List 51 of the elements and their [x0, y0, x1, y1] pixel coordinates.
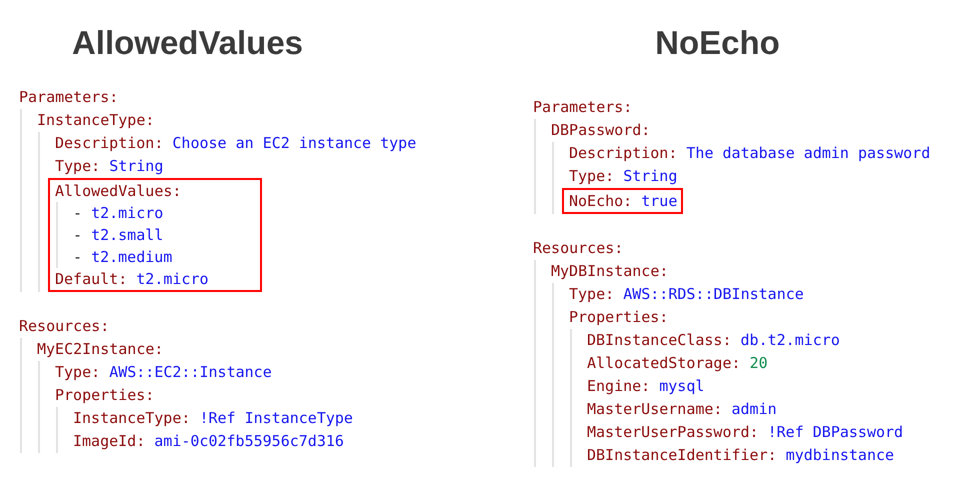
yaml-value: AWS::EC2::Instance: [109, 363, 272, 381]
list-dash: -: [73, 248, 82, 266]
yaml-key: Default:: [55, 270, 128, 288]
yaml-value: t2.micro: [91, 204, 164, 222]
yaml-key: Properties:: [55, 386, 154, 404]
yaml-key: Type:: [55, 157, 100, 175]
yaml-key: DBPassword:: [551, 121, 650, 139]
yaml-value: String: [623, 167, 678, 185]
yaml-key: Type:: [569, 285, 614, 303]
yaml-key: InstanceType:: [37, 111, 154, 129]
yaml-value: AWS::RDS::DBInstance: [623, 285, 804, 303]
yaml-key: Engine:: [587, 377, 650, 395]
yaml-value: ami-0c02fb55956c7d316: [154, 432, 344, 450]
yaml-key: Type:: [569, 167, 614, 185]
yaml-key: Description:: [569, 144, 678, 162]
yaml-value: String: [109, 157, 164, 175]
yaml-value: mydbinstance: [786, 446, 894, 464]
yaml-value: !Ref InstanceType: [199, 409, 353, 427]
yaml-key: Resources:: [19, 317, 110, 335]
yaml-key: AllowedValues:: [55, 182, 182, 200]
yaml-key: MasterUsername:: [587, 400, 722, 418]
yaml-value: t2.medium: [91, 248, 172, 266]
yaml-key: DBInstanceClass:: [587, 331, 732, 349]
panel-title: NoEcho: [654, 23, 781, 63]
list-dash: -: [73, 204, 82, 222]
yaml-key: NoEcho:: [569, 192, 632, 210]
panel-title: AllowedValues: [70, 23, 304, 63]
yaml-number: 20: [750, 354, 768, 372]
yaml-value: The database admin password: [686, 144, 930, 162]
yaml-value: Choose an EC2 instance type: [172, 134, 416, 152]
yaml-key: MasterUserPassword:: [587, 423, 759, 441]
yaml-key: MyDBInstance:: [551, 262, 668, 280]
yaml-key: InstanceType:: [73, 409, 190, 427]
yaml-key: Description:: [55, 134, 164, 152]
yaml-value: mysql: [659, 377, 704, 395]
yaml-value: true: [641, 192, 678, 210]
yaml-key: MyEC2Instance:: [37, 340, 164, 358]
list-dash: -: [73, 226, 82, 244]
yaml-value: t2.micro: [136, 270, 209, 288]
yaml-value: admin: [732, 400, 777, 418]
yaml-key: ImageId:: [73, 432, 146, 450]
yaml-value: t2.small: [91, 226, 164, 244]
yaml-value: !Ref DBPassword: [768, 423, 904, 441]
yaml-key: Resources:: [533, 239, 624, 257]
yaml-key: Properties:: [569, 308, 668, 326]
yaml-key: AllocatedStorage:: [587, 354, 741, 372]
yaml-key: Parameters:: [533, 98, 632, 116]
yaml-key: DBInstanceIdentifier:: [587, 446, 777, 464]
yaml-key: Parameters:: [19, 88, 118, 106]
yaml-value: db.t2.micro: [740, 331, 840, 349]
yaml-key: Type:: [55, 363, 100, 381]
